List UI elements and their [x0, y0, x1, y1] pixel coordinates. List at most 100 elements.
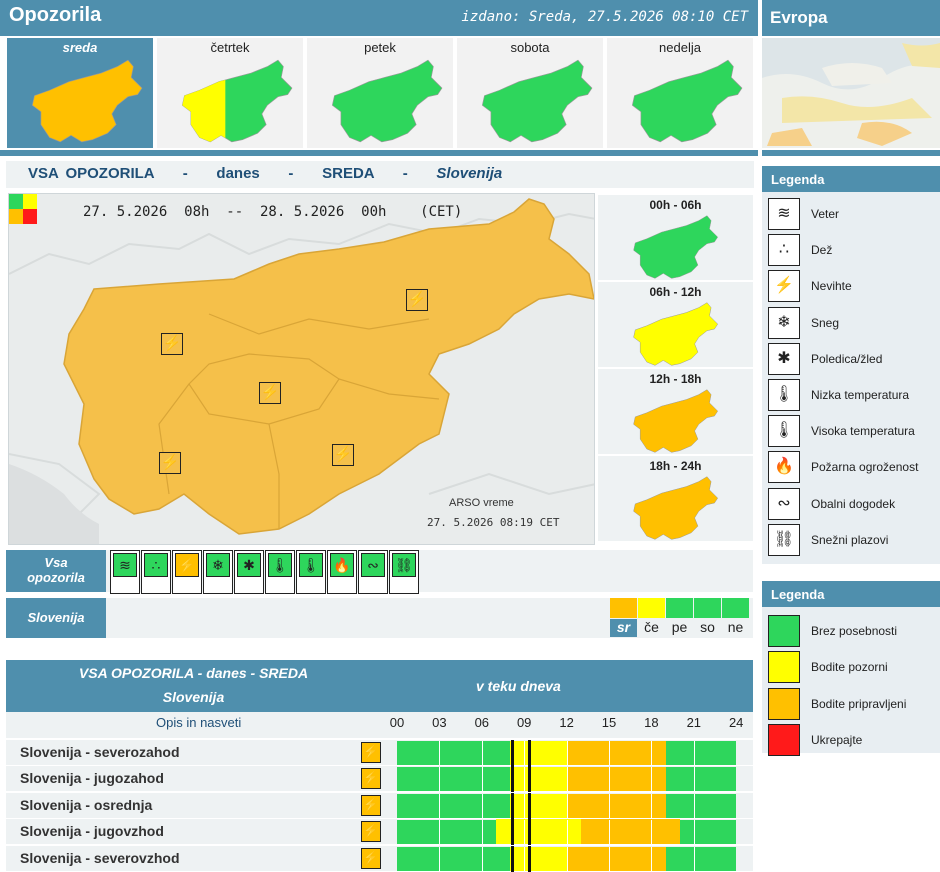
- lightning-icon[interactable]: ⚡: [406, 289, 428, 311]
- timeline-gridline: [481, 820, 483, 845]
- warning-type-wind[interactable]: ≋: [110, 550, 140, 594]
- mini-day-če[interactable]: če: [638, 598, 665, 638]
- coastal-icon: ∾: [361, 553, 385, 577]
- current-time-marker: [511, 766, 515, 793]
- rain-icon: ∴: [144, 553, 168, 577]
- day-tab-nedelja[interactable]: nedelja: [607, 38, 753, 148]
- legend-type-item: 🔥 Požarna ogroženost: [768, 451, 928, 485]
- hour-label: 09: [516, 715, 532, 730]
- current-time-marker: [528, 845, 532, 872]
- day-tab-label: sobota: [510, 40, 550, 55]
- period-panel[interactable]: 06h - 12h: [598, 282, 753, 367]
- slovenia-shape: [31, 59, 143, 143]
- mini-day-so[interactable]: so: [694, 598, 721, 638]
- timeline-segment: [510, 767, 567, 792]
- timeline-region: Slovenija: [162, 689, 225, 705]
- timeline-gridline: [524, 793, 526, 818]
- day-tab-četrtek[interactable]: četrtek: [157, 38, 303, 148]
- timeline-segment: [665, 767, 737, 792]
- warning-type-coastal[interactable]: ∾: [358, 550, 388, 594]
- legend-levels-title: Legenda: [762, 581, 940, 607]
- legend-type-label: Sneg: [811, 315, 840, 330]
- timeline-gridline: [693, 846, 695, 871]
- legend-type-label: Visoka temperatura: [811, 424, 915, 439]
- snow-icon: ❄: [206, 553, 230, 577]
- hour-label: 06: [474, 715, 490, 730]
- current-time-marker: [528, 740, 532, 766]
- lightning-icon[interactable]: ⚡: [361, 821, 381, 843]
- timeline-gridline: [609, 846, 610, 871]
- day-tab-sobota[interactable]: sobota: [457, 38, 603, 148]
- warning-type-fire[interactable]: 🔥: [327, 550, 357, 594]
- lightning-icon[interactable]: ⚡: [159, 452, 181, 474]
- legend-type-label: Požarna ogroženost: [811, 460, 919, 475]
- legend-type-label: Obalni dogodek: [811, 496, 896, 511]
- warning-type-high-temperature[interactable]: 🌡: [296, 550, 326, 594]
- lightning-icon[interactable]: ⚡: [361, 768, 381, 790]
- timeline-table-header: VSA OPOZORILA - danes - SREDA Slovenija …: [6, 660, 753, 712]
- legend-types: ≋ Veter ∴ Dež ⚡ Nevihte ❄ Sneg ✱ Poledica/žled 🌡 Ni…: [762, 192, 940, 564]
- warning-type-ice[interactable]: ✱: [234, 550, 264, 594]
- lightning-icon[interactable]: ⚡: [361, 847, 381, 869]
- day-tab-label: nedelja: [659, 40, 701, 55]
- lightning-icon[interactable]: ⚡: [259, 382, 281, 404]
- mini-day-ne[interactable]: ne: [722, 598, 749, 638]
- timeline-gridline: [651, 741, 653, 765]
- warning-type-avalanche[interactable]: ⛓: [389, 550, 419, 594]
- table-row[interactable]: Slovenija - osrednja ⚡: [6, 792, 753, 819]
- legend-type-item: ⚡ Nevihte: [768, 270, 928, 304]
- lightning-icon[interactable]: ⚡: [332, 444, 354, 466]
- table-row[interactable]: Slovenija - severovzhod ⚡: [6, 845, 753, 872]
- timeline-gridline: [566, 767, 568, 792]
- map-time-range: 27. 5.2026 08h -- 28. 5.2026 00h (CET): [83, 204, 463, 220]
- day-tab-petek[interactable]: petek: [307, 38, 453, 148]
- region-name: Slovenija - jugozahod: [20, 770, 164, 787]
- period-panel[interactable]: 00h - 06h: [598, 195, 753, 280]
- legend-type-item: ⛓ Snežni plazovi: [768, 523, 928, 558]
- section-title: VSA OPOZORILA - danes - SREDA - Slovenij…: [6, 161, 754, 188]
- description-link[interactable]: Opis in nasveti: [156, 715, 241, 730]
- europe-map-thumbnail[interactable]: [762, 38, 940, 148]
- table-row[interactable]: Slovenija - severozahod ⚡: [6, 740, 753, 766]
- day-tab-label: sreda: [62, 40, 98, 55]
- lightning-icon[interactable]: ⚡: [161, 333, 183, 355]
- period-panel[interactable]: 12h - 18h: [598, 369, 753, 454]
- warning-type-rain[interactable]: ∴: [141, 550, 171, 594]
- legend-level-item: Brez posebnosti: [768, 615, 938, 649]
- period-label: 06h - 12h: [649, 285, 702, 299]
- warning-type-snow[interactable]: ❄: [203, 550, 233, 594]
- lightning-icon[interactable]: ⚡: [361, 794, 381, 816]
- legend-type-item: ✱ Poledica/žled: [768, 342, 928, 377]
- timeline-gridline: [693, 741, 695, 765]
- period-panel[interactable]: 18h - 24h: [598, 456, 753, 541]
- europe-header[interactable]: Evropa: [762, 0, 940, 36]
- timeline-gridline: [566, 741, 568, 765]
- timeline-gridline: [566, 793, 568, 818]
- timeline-title: VSA OPOZORILA - danes - SREDA: [78, 665, 309, 681]
- timeline-segment: [580, 819, 680, 845]
- main-warning-map[interactable]: 27. 5.2026 08h -- 28. 5.2026 00h (CET) A…: [8, 193, 595, 545]
- wind-icon: ≋: [113, 553, 137, 577]
- timeline-segment: [397, 793, 511, 818]
- warning-type-thunderstorm[interactable]: ⚡: [172, 550, 202, 594]
- warning-type-low-temperature[interactable]: 🌡: [265, 550, 295, 594]
- timeline-segment: [679, 820, 737, 845]
- legend-type-item: ∾ Obalni dogodek: [768, 487, 928, 522]
- legend-type-item: ∴ Dež: [768, 234, 928, 268]
- mini-day-sr[interactable]: sr: [610, 598, 637, 638]
- section-title-today: danes: [216, 165, 260, 182]
- table-row[interactable]: Slovenija - jugovzhod ⚡: [6, 819, 753, 846]
- timeline-gridline: [566, 820, 568, 845]
- day-tab-sreda[interactable]: sreda: [7, 38, 153, 148]
- timeline-gridline: [651, 793, 653, 818]
- timeline-gridline: [524, 741, 526, 765]
- timeline-gridline: [693, 767, 695, 792]
- slovenia-shape: [633, 476, 719, 540]
- slovenija-label: Slovenija: [6, 598, 106, 638]
- table-row[interactable]: Slovenija - jugozahod ⚡: [6, 766, 753, 793]
- lightning-icon[interactable]: ⚡: [361, 742, 381, 763]
- mini-day-pe[interactable]: pe: [666, 598, 693, 638]
- timeline-segment: [397, 846, 511, 871]
- ice-icon: ✱: [768, 342, 800, 375]
- mini-day-color: [666, 598, 693, 618]
